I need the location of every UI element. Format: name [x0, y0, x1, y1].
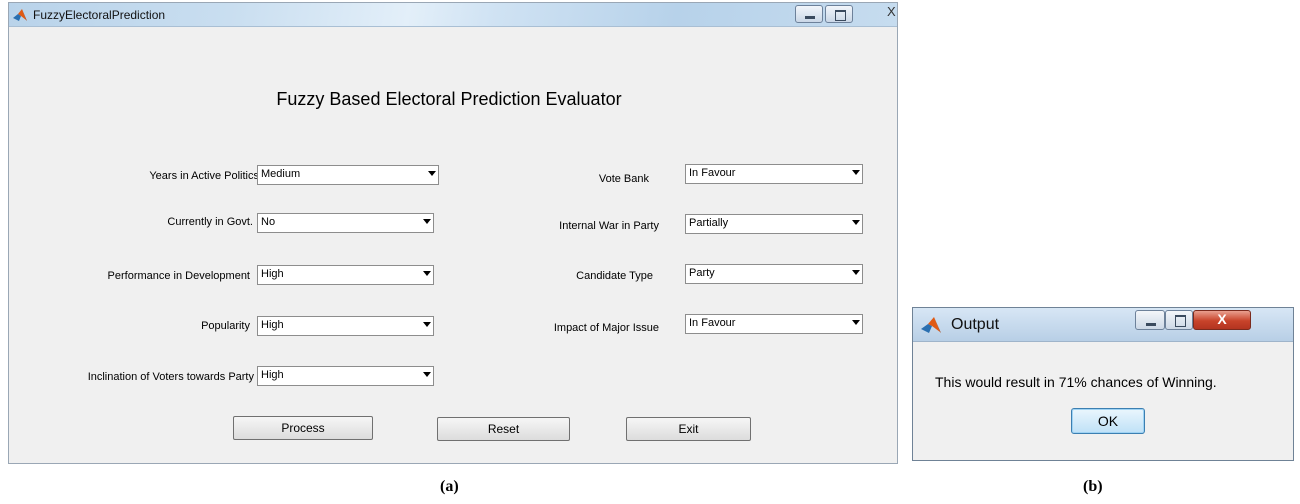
minimize-button[interactable] [795, 5, 823, 23]
maximize-button[interactable] [825, 5, 853, 23]
main-window: FuzzyElectoralPrediction X Fuzzy Based E… [8, 2, 898, 464]
exit-button[interactable]: Exit [626, 417, 751, 441]
close-button[interactable]: X [1193, 310, 1251, 330]
select-value: High [261, 268, 284, 280]
maximize-button[interactable] [1165, 310, 1193, 330]
chevron-down-icon [423, 271, 431, 276]
select-value: In Favour [689, 167, 736, 179]
process-button[interactable]: Process [233, 416, 373, 440]
chevron-down-icon [428, 171, 436, 176]
label-voter-inclination: Inclination of Voters towards Party [87, 371, 254, 383]
label-performance-development: Performance in Development [107, 270, 250, 282]
window-title: FuzzyElectoralPrediction [33, 8, 166, 22]
result-message: This would result in 71% chances of Winn… [935, 374, 1217, 390]
select-internal-war[interactable]: Partially [685, 214, 863, 234]
chevron-down-icon [852, 220, 860, 225]
reset-button[interactable]: Reset [437, 417, 570, 441]
select-candidate-type[interactable]: Party [685, 264, 863, 284]
select-popularity[interactable]: High [257, 316, 434, 336]
chevron-down-icon [423, 372, 431, 377]
select-currently-govt[interactable]: No [257, 213, 434, 233]
select-value: No [261, 216, 276, 228]
matlab-icon [921, 317, 941, 333]
page-title: Fuzzy Based Electoral Prediction Evaluat… [276, 89, 622, 109]
select-value: High [261, 369, 284, 381]
caption-a: (a) [440, 478, 459, 495]
select-voter-inclination[interactable]: High [257, 366, 434, 386]
ok-button[interactable]: OK [1071, 408, 1145, 434]
chevron-down-icon [423, 322, 431, 327]
select-value: In Favour [689, 317, 736, 329]
minimize-button[interactable] [1135, 310, 1165, 330]
chevron-down-icon [852, 320, 860, 325]
label-currently-govt: Currently in Govt. [167, 216, 253, 228]
chevron-down-icon [852, 170, 860, 175]
chevron-down-icon [852, 270, 860, 275]
dialog-title: Output [951, 316, 1000, 333]
dialog-title-bar[interactable]: Output X [913, 308, 1293, 342]
select-value: High [261, 319, 284, 331]
title-bar[interactable]: FuzzyElectoralPrediction X [9, 3, 897, 27]
select-vote-bank[interactable]: In Favour [685, 164, 863, 184]
caption-b: (b) [1083, 478, 1103, 495]
chevron-down-icon [423, 219, 431, 224]
label-vote-bank: Vote Bank [598, 173, 649, 185]
select-performance-development[interactable]: High [257, 265, 434, 285]
label-popularity: Popularity [201, 320, 250, 332]
select-value: Partially [689, 217, 729, 229]
close-button[interactable]: X [887, 4, 896, 19]
matlab-icon [13, 9, 27, 21]
label-major-issue: Impact of Major Issue [553, 322, 659, 334]
select-value: Medium [261, 168, 301, 180]
label-candidate-type: Candidate Type [576, 270, 653, 282]
select-years-active[interactable]: Medium [257, 165, 439, 185]
label-internal-war: Internal War in Party [559, 220, 659, 232]
label-years-active: Years in Active Politics [149, 170, 259, 182]
select-major-issue[interactable]: In Favour [685, 314, 863, 334]
select-value: Party [689, 267, 715, 279]
output-dialog: Output X This would result in 71% chance… [912, 307, 1294, 461]
